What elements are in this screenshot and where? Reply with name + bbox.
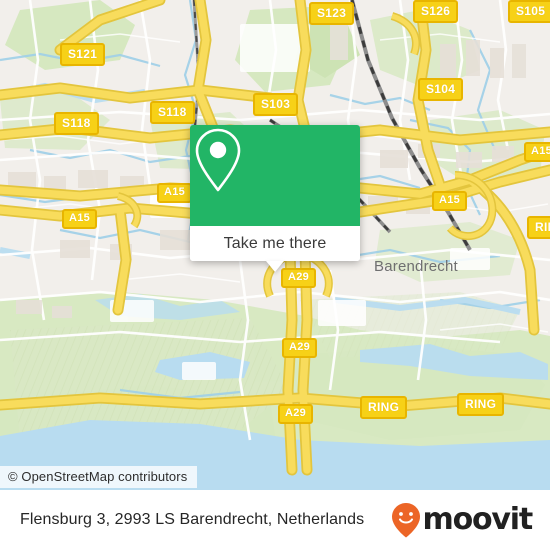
road-shield: S104 (418, 78, 464, 101)
road-shield: RING (360, 396, 408, 419)
destination-callout-card[interactable]: Take me there (190, 125, 360, 272)
road-shield: S105 (508, 0, 550, 23)
road-shield: A29 (278, 404, 314, 424)
place-label: Barendrecht (374, 258, 458, 275)
screenshot-root: S123 S126 S105 S121 S104 S103 S118 S118 A15 A15 A1… (0, 0, 550, 550)
road-shield: A15 (432, 191, 468, 211)
road-shield: A15 (157, 183, 193, 203)
footer-bar: Flensburg 3, 2993 LS Barendrecht, Nether… (0, 490, 550, 550)
moovit-smiley-pin-icon (391, 503, 420, 538)
road-shield: RING (527, 216, 550, 239)
road-shield: A29 (282, 338, 318, 358)
osm-attribution[interactable]: © OpenStreetMap contributors (0, 466, 198, 488)
road-shield: RING (457, 393, 505, 416)
road-shield: A29 (281, 268, 317, 288)
card-icon-area (190, 125, 360, 226)
road-shield: S118 (54, 112, 99, 135)
road-shield: A15 (62, 209, 98, 229)
road-shield: S118 (150, 101, 195, 124)
road-shield: S121 (60, 43, 106, 66)
map-pin-icon (195, 128, 241, 192)
callout-pointer (266, 261, 284, 272)
map-canvas[interactable]: S123 S126 S105 S121 S104 S103 S118 S118 A15 A15 A1… (0, 0, 550, 490)
take-me-there-button[interactable]: Take me there (190, 226, 360, 272)
address-text: Flensburg 3, 2993 LS Barendrecht, Nether… (20, 511, 365, 528)
road-shield: A15 (524, 142, 550, 162)
road-shield: S126 (413, 0, 459, 23)
moovit-wordmark: moovit (422, 502, 534, 537)
road-shield: S123 (309, 2, 355, 25)
take-me-there-label: Take me there (223, 234, 327, 252)
road-shield: S103 (253, 93, 299, 116)
moovit-logo[interactable]: moovit (391, 502, 534, 538)
